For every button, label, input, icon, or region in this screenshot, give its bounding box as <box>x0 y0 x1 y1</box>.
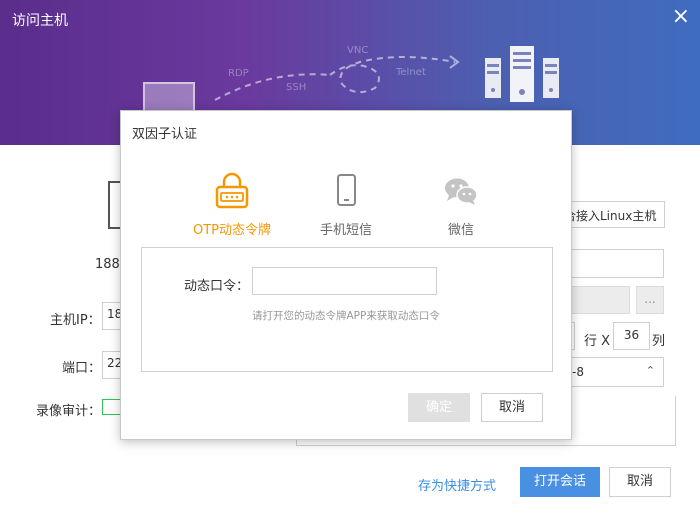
wechat-icon <box>445 178 478 205</box>
close-icon[interactable]: × <box>672 6 690 28</box>
modal-title: 双因子认证 <box>132 127 198 142</box>
otp-panel: 动态口令： 请打开您的动态令牌APP来获取动态口令 <box>141 247 553 372</box>
cols-label: 列 <box>652 334 666 349</box>
tab-otp-token[interactable]: OTP动态令牌 <box>182 171 282 238</box>
modal-cancel-button[interactable]: 取消 <box>481 393 543 422</box>
tab-otp-label: OTP动态令牌 <box>192 223 271 238</box>
open-session-button[interactable]: 打开会话 <box>520 467 600 497</box>
chevron-up-icon: ⌃ <box>645 364 655 377</box>
otp-label: 动态口令： <box>184 279 250 294</box>
encoding-select[interactable]: -8 ⌃ <box>557 357 664 387</box>
cols-input[interactable]: 36 <box>613 322 650 350</box>
otp-input[interactable] <box>252 267 437 295</box>
protocol-ssh: SSH <box>286 82 307 93</box>
tab-sms-label: 手机短信 <box>319 223 372 238</box>
rows-label: 行 X <box>584 334 611 349</box>
connect-mode-select[interactable]: 合接入Linux主机 ⌄ <box>557 201 665 228</box>
encoding-value: -8 <box>572 365 584 379</box>
two-factor-auth-modal: 双因子认证 OTP动态令牌 手机短信 微信 动态口令： 请打开您的动态令牌APP… <box>120 110 572 440</box>
server-icon <box>485 46 559 102</box>
client-monitor-icon <box>143 82 195 112</box>
connection-path-icon <box>214 55 460 101</box>
otp-token-icon <box>215 172 249 209</box>
protocol-vnc: VNC <box>347 45 369 56</box>
connect-mode-value: 合接入Linux主机 <box>564 209 657 223</box>
save-shortcut-link[interactable]: 存为快捷方式 <box>418 475 496 494</box>
host-ip-label: 主机IP： <box>50 313 101 328</box>
mobile-phone-icon <box>337 174 356 206</box>
window-title: 访问主机 <box>12 13 68 29</box>
protocol-telnet: Telnet <box>396 67 426 78</box>
confirm-button[interactable]: 确定 <box>408 393 470 422</box>
account-input[interactable] <box>557 249 664 278</box>
chevron-down-icon: ⌄ <box>649 207 658 218</box>
browse-button[interactable]: ... <box>636 286 664 314</box>
otp-hint: 请打开您的动态令牌APP来获取动态口令 <box>252 310 440 322</box>
record-audit-label: 录像审计： <box>36 404 102 419</box>
cancel-button[interactable]: 取消 <box>609 467 671 497</box>
port-label: 端口： <box>62 361 102 376</box>
tab-wechat[interactable]: 微信 <box>411 171 511 238</box>
tab-sms[interactable]: 手机短信 <box>296 171 396 238</box>
protocol-rdp: RDP <box>228 68 249 79</box>
tab-wechat-label: 微信 <box>447 223 474 238</box>
